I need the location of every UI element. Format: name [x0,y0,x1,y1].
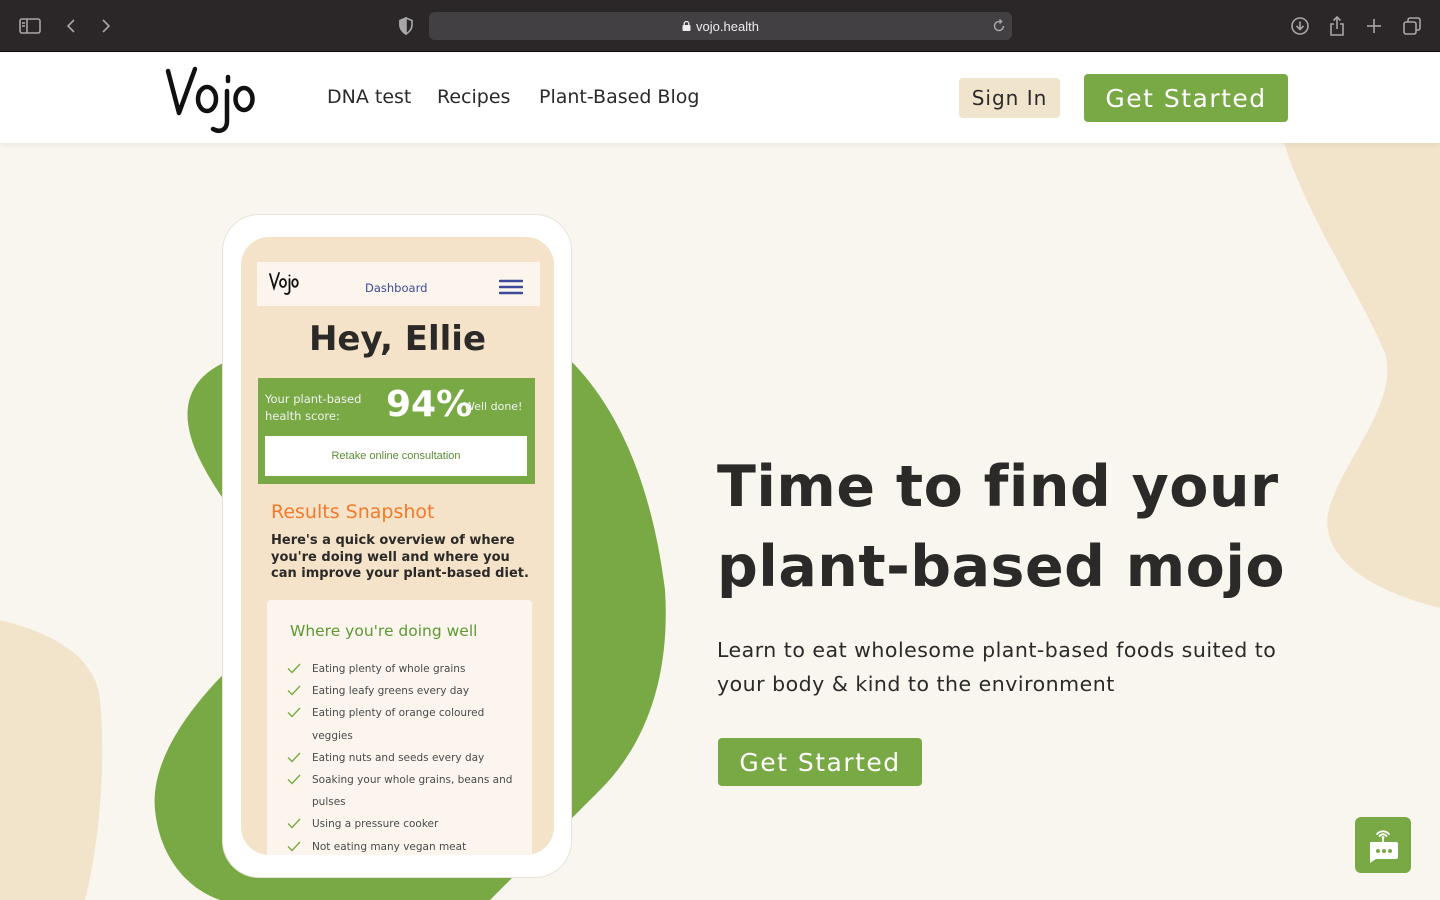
nav-dna-test[interactable]: DNA test [327,86,411,108]
list-item: Eating plenty of orange coloured veggies [287,702,522,746]
back-icon[interactable] [59,14,83,38]
list-item-text: Soaking your whole grains, beans and pul… [312,774,513,809]
list-item: Soaking your whole grains, beans and pul… [287,769,522,813]
list-item: Eating plenty of whole grains [287,658,522,680]
list-item: Eating leafy greens every day [287,680,522,702]
retake-consultation-button[interactable]: Retake online consultation [265,436,527,476]
check-icon [287,818,301,829]
check-icon [287,752,301,763]
chat-widget-button[interactable] [1355,817,1411,873]
hero-get-started-button[interactable]: Get Started [718,738,922,786]
site-header: DNA test Recipes Plant-Based Blog Sign I… [0,53,1440,143]
tabs-overview-icon[interactable] [1400,14,1424,38]
phone-mockup: Dashboard Hey, Ellie Your plant-based he… [223,215,571,877]
list-item-text: Not eating many vegan meat [312,840,467,853]
hero-subtitle: Learn to eat wholesome plant-based foods… [717,633,1317,701]
results-snapshot-description: Here's a quick overview of where you're … [271,533,529,581]
list-item-text: Eating plenty of whole grains [312,663,466,675]
shield-icon[interactable] [394,14,418,38]
app-nav-bar: Dashboard [257,262,540,306]
nav-recipes[interactable]: Recipes [437,86,510,108]
list-item: Using a pressure cooker [287,813,522,835]
hero-title-line: Time to find your [717,454,1279,520]
list-item-text: Eating plenty of orange coloured veggies [312,707,485,742]
address-bar[interactable]: vojo.health [429,12,1012,40]
list-item-text: Eating leafy greens every day [312,685,470,698]
app-greeting: Hey, Ellie [308,319,487,359]
browser-toolbar: vojo.health [0,0,1440,52]
doing-well-list: Eating plenty of whole grains Eating lea… [287,658,522,855]
vojo-logo[interactable] [165,61,257,135]
check-icon [287,685,301,696]
decorative-blob-left [0,620,103,900]
hero-subtitle-line: your body & kind to the environment [717,672,1115,696]
results-snapshot-title: Results Snapshot [271,501,435,523]
chat-bot-icon [1370,830,1398,863]
list-item: Not eating many vegan meat [287,836,522,855]
app-dashboard-title: Dashboard [365,281,428,295]
vojo-mini-logo [269,272,299,295]
phone-screen: Dashboard Hey, Ellie Your plant-based he… [241,237,554,855]
forward-icon[interactable] [94,14,118,38]
health-score-card: Your plant-based health score: 94% Well … [258,378,535,484]
header-get-started-button[interactable]: Get Started [1084,74,1288,122]
doing-well-card: Where you're doing well Eating plenty of… [267,600,532,855]
list-item-text: Using a pressure cooker [312,818,439,831]
share-icon[interactable] [1325,14,1349,38]
reload-icon[interactable] [992,18,1006,34]
score-label: Your plant-based health score: [265,392,362,423]
hero-title: Time to find your plant-based mojo [717,447,1337,607]
doing-well-title: Where you're doing well [290,622,478,640]
check-icon [287,841,301,852]
check-icon [287,707,301,718]
lock-icon [682,21,691,31]
hero-title-line: plant-based mojo [717,534,1286,600]
new-tab-icon[interactable] [1362,14,1386,38]
hero-subtitle-line: Learn to eat wholesome plant-based foods… [717,638,1277,662]
list-item: Eating nuts and seeds every day [287,747,522,769]
sign-in-button[interactable]: Sign In [959,78,1060,118]
check-icon [287,774,301,785]
sidebar-icon[interactable] [18,14,42,38]
check-icon [287,663,301,674]
score-praise: Well done! [464,400,523,413]
menu-icon[interactable] [499,279,523,295]
nav-plant-based-blog[interactable]: Plant-Based Blog [539,86,699,108]
list-item-text: Eating nuts and seeds every day [312,751,485,764]
url-text: vojo.health [696,18,759,34]
score-value: 94% [386,384,473,425]
download-icon[interactable] [1288,14,1312,38]
